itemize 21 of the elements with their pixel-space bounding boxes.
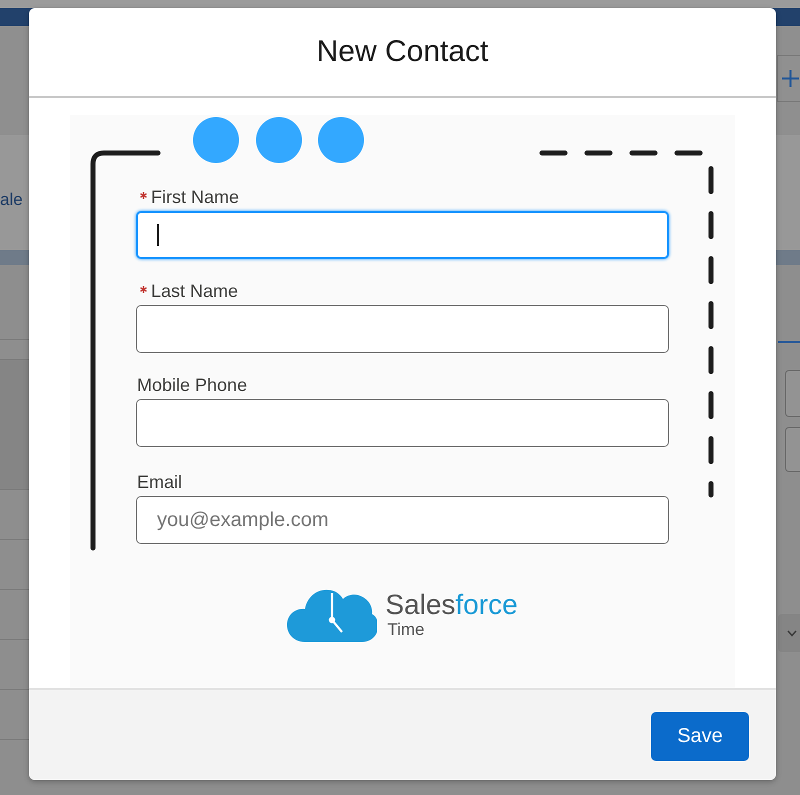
cloud-clock-icon [287, 587, 378, 643]
field-label: Email [137, 472, 182, 492]
modal-title: New Contact [316, 34, 488, 70]
dot-icon [256, 117, 302, 163]
chevron-icon[interactable] [787, 630, 797, 636]
nav-tab-text[interactable]: ale [0, 190, 23, 210]
text-field[interactable]: you@example.com [136, 496, 669, 544]
field-label: Last Name [151, 281, 238, 301]
field-label: First Name [151, 187, 240, 207]
text-field[interactable] [136, 211, 669, 259]
brand-subtitle: Time [387, 620, 424, 640]
dot-icon [193, 117, 239, 163]
text-cursor-icon [157, 224, 159, 246]
text-field[interactable] [136, 305, 669, 353]
field-label: Mobile Phone [137, 375, 248, 395]
dot-icon [318, 117, 364, 163]
save-button[interactable]: Save [651, 712, 749, 761]
brand-wordmark: Salesforce [385, 590, 518, 620]
text-field[interactable] [136, 399, 669, 447]
plus-icon[interactable] [782, 70, 799, 87]
tab-indicator [778, 341, 800, 343]
